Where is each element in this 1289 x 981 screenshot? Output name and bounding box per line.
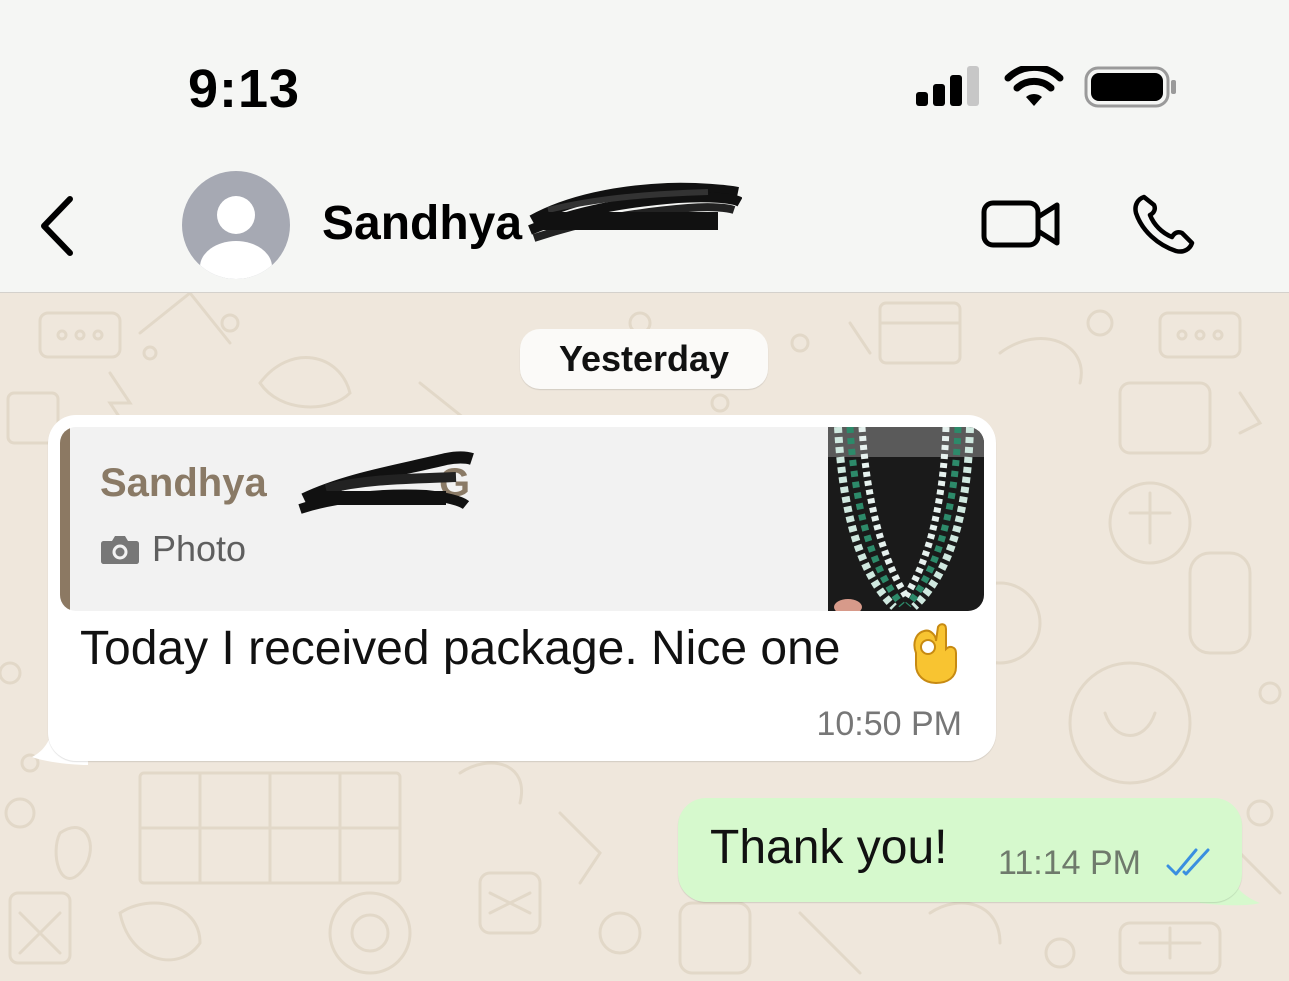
incoming-message-bubble[interactable]: Sandhya G Photo Today I received package… [48,415,996,761]
wifi-icon [1004,66,1064,106]
back-button[interactable] [34,193,80,259]
quoted-media-type: Photo [100,527,246,571]
chat-area[interactable]: Yesterday Sandhya G Photo Today I receiv… [0,293,1289,981]
battery-icon [1084,66,1176,108]
outgoing-message-text: Thank you! [710,821,948,874]
contact-name[interactable]: Sandhya [322,196,522,251]
redaction-scribble [298,451,474,514]
status-bar-time: 9:13 [188,59,301,119]
quote-accent-bar [60,427,70,611]
voice-call-button[interactable] [1130,193,1196,255]
default-person-icon [200,196,272,279]
incoming-message-time: 10:50 PM [816,705,962,743]
date-separator: Yesterday [520,329,768,389]
outgoing-message-time: 11:14 PM [998,844,1142,882]
video-call-button[interactable] [980,197,1062,251]
quoted-reply[interactable]: Sandhya G Photo [60,427,984,611]
camera-icon [101,536,139,564]
incoming-message-text: Today I received package. Nice one [80,622,841,675]
ok-hand-emoji [913,623,957,685]
double-check-icon [1166,848,1210,876]
cellular-signal-icon [916,66,982,106]
chat-header: 9:13 Sandhya [0,0,1289,293]
quoted-photo-thumbnail[interactable] [828,427,984,611]
outgoing-message-bubble[interactable]: Thank you! 11:14 PM [678,798,1242,902]
redaction-scribble [528,182,742,242]
contact-avatar[interactable] [182,171,290,279]
